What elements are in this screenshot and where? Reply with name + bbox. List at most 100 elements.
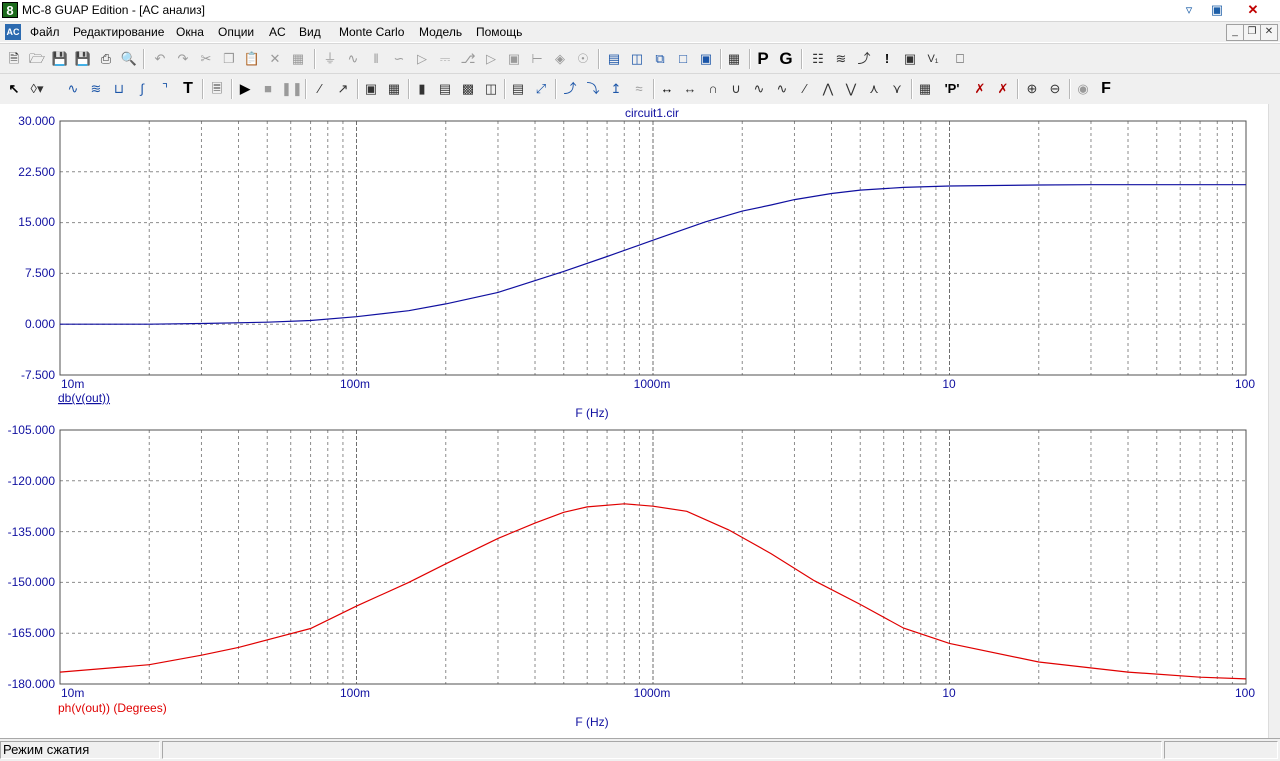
bus-icon[interactable]: ≋: [86, 79, 106, 99]
select-all-icon[interactable]: ▦: [288, 49, 308, 69]
split-icon[interactable]: ◫: [481, 79, 501, 99]
inflection-icon[interactable]: ∪: [726, 79, 746, 99]
split-horizontal-icon[interactable]: ▤: [604, 49, 624, 69]
node-icon[interactable]: ◈: [550, 49, 570, 69]
properties-icon[interactable]: 🗏: [207, 79, 227, 99]
menu-ac[interactable]: AC: [269, 25, 286, 39]
netlist-icon[interactable]: ☷: [808, 49, 828, 69]
peak-right-icon[interactable]: ⋁: [841, 79, 861, 99]
top-plot-expression[interactable]: db(v(out)): [58, 391, 110, 405]
curve-icon[interactable]: ∫: [132, 79, 152, 99]
mdi-close-icon[interactable]: ✕: [1260, 24, 1278, 41]
font-icon[interactable]: F: [1096, 79, 1116, 99]
probe-wave-icon[interactable]: ⊔: [109, 79, 129, 99]
undo-icon[interactable]: ↶: [150, 49, 170, 69]
mdi-minimize-icon[interactable]: _: [1226, 24, 1244, 41]
open-file-icon[interactable]: 🗁: [27, 49, 47, 69]
grid-dots-icon[interactable]: ▩: [458, 79, 478, 99]
menu-options[interactable]: Опции: [218, 25, 254, 39]
new-file-icon[interactable]: 🗎: [4, 49, 24, 69]
pause-icon[interactable]: ❚❚: [281, 79, 303, 99]
zoom-in-icon[interactable]: ⊕: [1022, 79, 1042, 99]
zoom-window-icon[interactable]: ⎕: [950, 49, 970, 69]
low-icon[interactable]: ≈: [629, 79, 649, 99]
vertical-scrollbar[interactable]: [1268, 104, 1280, 738]
window-icon[interactable]: ▣: [696, 49, 716, 69]
minimize-icon[interactable]: ▿: [1176, 0, 1202, 20]
arrow-icon[interactable]: ↗: [333, 79, 353, 99]
copy-icon[interactable]: ❐: [219, 49, 239, 69]
paste-icon[interactable]: 📋: [242, 49, 262, 69]
maximum-icon[interactable]: ∩: [703, 79, 723, 99]
menu-file[interactable]: Файл: [30, 25, 60, 39]
mark-y-icon[interactable]: ✗: [993, 79, 1013, 99]
print-icon[interactable]: ⎙: [96, 49, 116, 69]
wire-icon[interactable]: ∿: [63, 79, 83, 99]
high-icon[interactable]: ↥: [606, 79, 626, 99]
tile-icon[interactable]: □: [673, 49, 693, 69]
probe-icon[interactable]: ⤴: [854, 49, 874, 69]
valley-left-icon[interactable]: ⋏: [864, 79, 884, 99]
rectangle-icon[interactable]: ▣: [361, 79, 381, 99]
battery-icon[interactable]: ⎓: [435, 49, 455, 69]
zoom-out-icon[interactable]: ⊖: [1045, 79, 1065, 99]
crossing-icon[interactable]: ∕: [795, 79, 815, 99]
jumper-icon[interactable]: ▣: [504, 49, 524, 69]
calculator-icon[interactable]: ▦: [724, 49, 744, 69]
slope-icon[interactable]: ↔: [657, 79, 677, 99]
g-icon[interactable]: G: [776, 49, 796, 69]
menu-view[interactable]: Вид: [299, 25, 321, 39]
close-icon[interactable]: ✕: [1240, 0, 1266, 20]
save-icon[interactable]: 💾: [50, 49, 70, 69]
component-icon[interactable]: ◊▾: [27, 79, 47, 99]
bottom-plot-expression[interactable]: ph(v(out)) (Degrees): [58, 701, 167, 715]
top-icon[interactable]: ∿: [772, 79, 792, 99]
redo-icon[interactable]: ↷: [173, 49, 193, 69]
inductor-icon[interactable]: ∽: [389, 49, 409, 69]
stop-icon[interactable]: ■: [258, 79, 278, 99]
plot-canvas[interactable]: circuit1.cir 30.000 22.500 15.000 7.500 …: [0, 104, 1268, 738]
gate-icon[interactable]: ☉: [573, 49, 593, 69]
valley-icon[interactable]: ⤵: [583, 79, 603, 99]
minimum-icon[interactable]: ↔: [680, 79, 700, 99]
sphere-icon[interactable]: ◉: [1073, 79, 1093, 99]
bottom-icon[interactable]: ∿: [749, 79, 769, 99]
run-icon[interactable]: ▶: [235, 79, 255, 99]
tabulate-icon[interactable]: ▦: [915, 79, 935, 99]
line-icon[interactable]: ∕: [310, 79, 330, 99]
peak-left-icon[interactable]: ⋀: [818, 79, 838, 99]
restore-icon[interactable]: ▣: [1204, 0, 1230, 20]
grid-lines-icon[interactable]: ▤: [435, 79, 455, 99]
resistor-icon[interactable]: ∿: [343, 49, 363, 69]
valley-right-icon[interactable]: ⋎: [887, 79, 907, 99]
cascade-icon[interactable]: ⧉: [650, 49, 670, 69]
split-vertical-icon[interactable]: ◫: [627, 49, 647, 69]
flag-icon[interactable]: ⊢: [527, 49, 547, 69]
menu-help[interactable]: Помощь: [476, 25, 522, 39]
diode-icon[interactable]: ▷: [412, 49, 432, 69]
menu-monte-carlo[interactable]: Monte Carlo: [339, 25, 404, 39]
menu-model[interactable]: Модель: [419, 25, 462, 39]
ground-icon[interactable]: ⏚: [320, 49, 340, 69]
step-icon[interactable]: ⌝: [155, 79, 175, 99]
waveform-icon[interactable]: ≋: [831, 49, 851, 69]
text-icon[interactable]: T: [178, 79, 198, 99]
select-arrow-icon[interactable]: ↖: [4, 79, 24, 99]
document-icon[interactable]: AC: [5, 24, 21, 40]
menu-edit[interactable]: Редактирование: [73, 25, 164, 39]
transistor-icon[interactable]: ⎇: [458, 49, 478, 69]
capacitor-icon[interactable]: ‖: [366, 49, 386, 69]
peak-icon[interactable]: ⤴: [560, 79, 580, 99]
grid-bars-icon[interactable]: ▮: [412, 79, 432, 99]
delete-icon[interactable]: ✕: [265, 49, 285, 69]
label-p-icon[interactable]: 'P': [942, 79, 962, 99]
print-preview-icon[interactable]: 🔍: [119, 49, 139, 69]
menu-windows[interactable]: Окна: [176, 25, 204, 39]
save-all-icon[interactable]: 💾: [73, 49, 93, 69]
p-icon[interactable]: P: [753, 49, 773, 69]
buffer-icon[interactable]: ▷: [481, 49, 501, 69]
cut-icon[interactable]: ✂: [196, 49, 216, 69]
cursor-box-icon[interactable]: ▤: [508, 79, 528, 99]
vs-icon[interactable]: V₁: [923, 49, 943, 69]
table-icon[interactable]: ▦: [384, 79, 404, 99]
